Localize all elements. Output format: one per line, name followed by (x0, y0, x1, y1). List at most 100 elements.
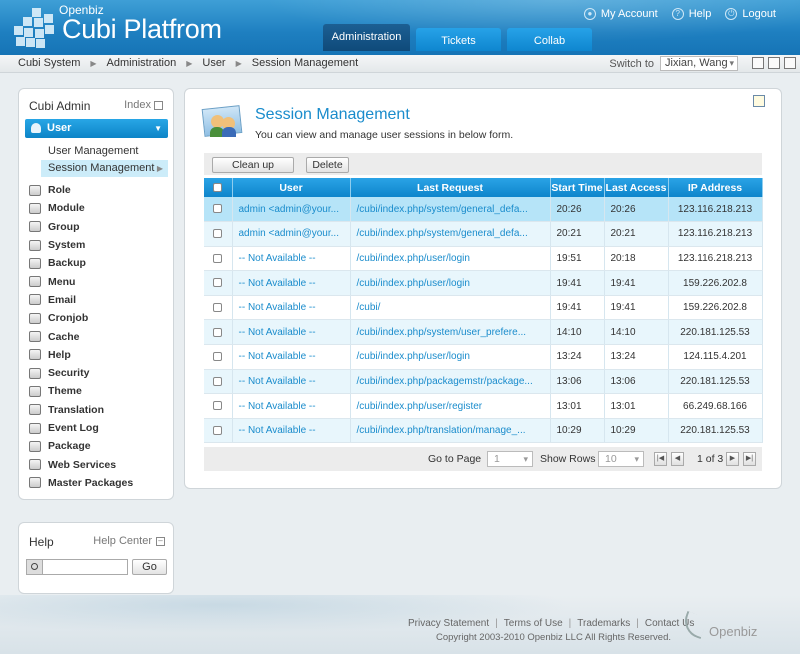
tab-tickets[interactable]: Tickets (416, 28, 501, 51)
sidebar-item-translation[interactable]: Translation (29, 401, 169, 419)
cell-user[interactable]: -- Not Available -- (232, 393, 351, 419)
row-checkbox[interactable] (204, 418, 233, 444)
select-all-checkbox[interactable] (204, 178, 233, 197)
table-row[interactable]: -- Not Available --/cubi/19:41 19:41 159.2… (204, 295, 763, 321)
delete-button[interactable]: Delete (306, 157, 349, 173)
rows-per-page-select[interactable]: 10 (598, 451, 644, 467)
cell-last-request[interactable]: /cubi/index.php/system/general_defa... (350, 221, 551, 247)
edit-icon[interactable] (753, 95, 765, 107)
cell-last-request[interactable]: /cubi/index.php/user/login (350, 270, 551, 296)
cell-last-request[interactable]: /cubi/index.php/packagemstr/package... (350, 369, 551, 395)
chevron-right-icon: ▶ (186, 59, 193, 68)
table-row[interactable]: -- Not Available --/cubi/index.php/user/… (204, 270, 763, 296)
column-header-start-time[interactable]: Start Time (550, 178, 605, 197)
sidebar-item-email[interactable]: Email (29, 291, 169, 309)
cell-user[interactable]: -- Not Available -- (232, 418, 351, 444)
sidebar-subitem-user-management[interactable]: User Management (48, 145, 139, 157)
my-account-link[interactable]: ● My Account (583, 8, 658, 20)
table-row[interactable]: -- Not Available --/cubi/index.php/user/… (204, 344, 763, 370)
logout-link[interactable]: ⏻ Logout (725, 8, 776, 20)
table-row[interactable]: -- Not Available --/cubi/index.php/user/… (204, 246, 763, 272)
sidebar-item-group[interactable]: Group (29, 218, 169, 236)
index-toggle[interactable]: Index (124, 99, 163, 111)
table-row[interactable]: admin <admin@your.../cubi/index.php/syst… (204, 197, 763, 223)
row-checkbox[interactable] (204, 344, 233, 370)
page-title: Session Management (255, 106, 410, 123)
page-select[interactable]: 1 (487, 451, 533, 467)
cell-last-request[interactable]: /cubi/index.php/user/login (350, 344, 551, 370)
cell-user[interactable]: -- Not Available -- (232, 295, 351, 321)
tab-administration[interactable]: Administration (323, 24, 410, 51)
sidebar-item-menu[interactable]: Menu (29, 272, 169, 290)
cell-user[interactable]: -- Not Available -- (232, 344, 351, 370)
help-search-input[interactable] (44, 560, 127, 574)
cell-last-request[interactable]: /cubi/index.php/system/user_prefere... (350, 319, 551, 346)
breadcrumb-user[interactable]: User (202, 57, 225, 69)
cell-last-access: 10:29 (604, 418, 669, 444)
cell-last-request[interactable]: /cubi/index.php/user/login (350, 246, 551, 272)
sidebar-item-package[interactable]: Package (29, 437, 169, 455)
next-page-button[interactable]: ▶ (726, 452, 739, 466)
tab-collab[interactable]: Collab (507, 28, 592, 51)
sidebar-item-event-log[interactable]: Event Log (29, 419, 169, 437)
row-checkbox[interactable] (204, 246, 233, 272)
row-checkbox[interactable] (204, 221, 233, 247)
cell-user[interactable]: -- Not Available -- (232, 246, 351, 272)
chevron-right-icon: ▶ (235, 59, 242, 68)
sidebar-item-web-services[interactable]: Web Services (29, 455, 169, 473)
fullscreen-icon[interactable] (784, 57, 796, 69)
sidebar-item-user[interactable]: User ▼ (25, 119, 168, 138)
edit-icon[interactable] (768, 57, 780, 69)
sidebar-item-theme[interactable]: Theme (29, 382, 169, 400)
table-row[interactable]: -- Not Available --/cubi/index.php/user/… (204, 393, 763, 419)
trademarks-link[interactable]: Trademarks (577, 618, 630, 629)
cell-user[interactable]: -- Not Available -- (232, 319, 351, 346)
first-page-button[interactable]: |◀ (654, 452, 667, 466)
sidebar-item-backup[interactable]: Backup (29, 254, 169, 272)
sidebar-item-module[interactable]: Module (29, 199, 169, 217)
prev-page-button[interactable]: ◀ (671, 452, 684, 466)
table-row[interactable]: -- Not Available --/cubi/index.php/trans… (204, 418, 763, 444)
last-page-button[interactable]: ▶| (743, 452, 756, 466)
cleanup-button[interactable]: Clean up (212, 157, 294, 173)
table-row[interactable]: admin <admin@your.../cubi/index.php/syst… (204, 221, 763, 247)
column-header-user[interactable]: User (232, 178, 351, 197)
row-checkbox[interactable] (204, 393, 233, 419)
cell-last-request[interactable]: /cubi/ (350, 295, 551, 321)
privacy-statement-link[interactable]: Privacy Statement (408, 618, 489, 629)
note-icon[interactable] (752, 57, 764, 69)
row-checkbox[interactable] (204, 295, 233, 321)
column-header-last-request[interactable]: Last Request (350, 178, 551, 197)
sidebar-item-system[interactable]: System (29, 236, 169, 254)
row-checkbox[interactable] (204, 270, 233, 296)
terms-of-use-link[interactable]: Terms of Use (504, 618, 563, 629)
cell-user[interactable]: -- Not Available -- (232, 270, 351, 296)
switch-user-select[interactable]: Jixian, Wang (660, 56, 738, 71)
sidebar-item-master-packages[interactable]: Master Packages (29, 474, 169, 492)
row-checkbox[interactable] (204, 197, 233, 223)
column-header-ip-address[interactable]: IP Address (668, 178, 763, 197)
help-center-link[interactable]: Help Center – (93, 535, 165, 547)
row-checkbox[interactable] (204, 319, 233, 346)
row-checkbox[interactable] (204, 369, 233, 395)
cell-last-request[interactable]: /cubi/index.php/system/general_defa... (350, 197, 551, 223)
sidebar-item-cronjob[interactable]: Cronjob (29, 309, 169, 327)
cell-user[interactable]: -- Not Available -- (232, 369, 351, 395)
cell-user[interactable]: admin <admin@your... (232, 197, 351, 223)
sidebar-item-help[interactable]: Help (29, 346, 169, 364)
sidebar-subitem-session-management[interactable]: Session Management ▶ (41, 160, 168, 177)
table-row[interactable]: -- Not Available --/cubi/index.php/packa… (204, 369, 763, 395)
sidebar-item-cache[interactable]: Cache (29, 327, 169, 345)
help-link[interactable]: ? Help (671, 8, 711, 20)
sidebar-item-security[interactable]: Security (29, 364, 169, 382)
help-go-button[interactable]: Go (132, 559, 167, 575)
cell-last-request[interactable]: /cubi/index.php/user/register (350, 393, 551, 419)
breadcrumb-cubi-system[interactable]: Cubi System (18, 57, 80, 69)
shield-icon (29, 367, 41, 379)
column-header-last-access[interactable]: Last Access (604, 178, 669, 197)
sidebar-item-role[interactable]: Role (29, 181, 169, 199)
cell-last-request[interactable]: /cubi/index.php/translation/manage_... (350, 418, 551, 444)
breadcrumb-administration[interactable]: Administration (107, 57, 177, 69)
cell-user[interactable]: admin <admin@your... (232, 221, 351, 247)
table-row[interactable]: -- Not Available --/cubi/index.php/syste… (204, 319, 763, 346)
